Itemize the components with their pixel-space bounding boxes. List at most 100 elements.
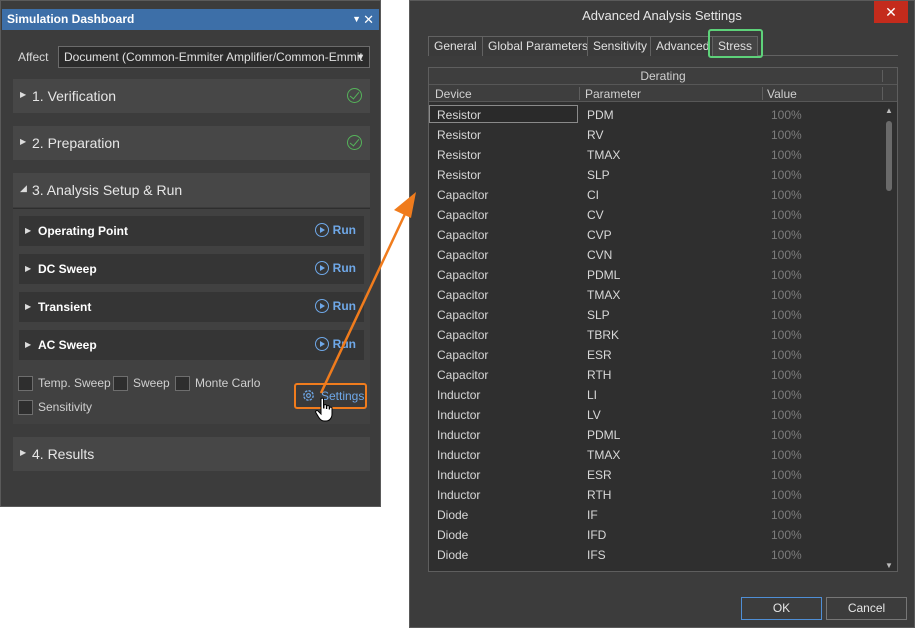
parameter-cell[interactable]: CI [587,188,599,202]
run-button[interactable]: Run [314,337,356,351]
parameter-cell[interactable]: TMAX [587,448,620,462]
column-divider[interactable] [882,87,883,100]
parameter-cell[interactable]: PDM [587,108,614,122]
run-button[interactable]: Run [314,261,356,275]
value-cell[interactable]: 100% [771,308,802,322]
section-results[interactable]: ▶ 4. Results [13,437,370,471]
device-cell[interactable]: Capacitor [437,248,488,262]
device-cell[interactable]: Resistor [437,108,481,122]
table-row[interactable]: Capacitor CVN 100% [429,244,882,264]
column-header-device[interactable]: Device [435,87,472,101]
scroll-thumb[interactable] [886,121,892,191]
table-row[interactable]: Capacitor CVP 100% [429,224,882,244]
parameter-cell[interactable]: SLP [587,308,610,322]
device-cell[interactable]: Capacitor [437,228,488,242]
tab-global-parameters[interactable]: Global Parameters [482,36,595,56]
column-divider[interactable] [579,87,580,100]
device-cell[interactable]: Inductor [437,468,480,482]
expand-arrow-icon[interactable]: ▶ [25,302,31,311]
scroll-down-icon[interactable]: ▼ [885,561,893,570]
table-row[interactable]: Inductor LV 100% [429,404,882,424]
table-row[interactable]: Capacitor CI 100% [429,184,882,204]
table-row[interactable]: Resistor TMAX 100% [429,144,882,164]
parameter-cell[interactable]: LV [587,408,601,422]
device-cell[interactable]: Diode [437,528,468,542]
pin-icon[interactable]: ▼ [352,9,361,30]
table-row[interactable]: Diode IFS 100% [429,544,882,564]
device-cell[interactable]: Inductor [437,428,480,442]
value-cell[interactable]: 100% [771,328,802,342]
device-cell[interactable]: Diode [437,508,468,522]
value-cell[interactable]: 100% [771,188,802,202]
device-cell[interactable]: Capacitor [437,348,488,362]
parameter-cell[interactable]: IFS [587,548,606,562]
table-row[interactable]: Inductor RTH 100% [429,484,882,504]
parameter-cell[interactable]: SLP [587,168,610,182]
parameter-cell[interactable]: IFD [587,528,606,542]
section-analysis-setup[interactable]: ◢ 3. Analysis Setup & Run [13,173,370,207]
column-divider[interactable] [762,87,763,100]
device-cell[interactable]: Inductor [437,488,480,502]
expand-arrow-icon[interactable]: ▶ [25,340,31,349]
table-row[interactable]: Capacitor PDML 100% [429,264,882,284]
device-cell[interactable]: Capacitor [437,268,488,282]
parameter-cell[interactable]: PDML [587,428,620,442]
checkbox-box[interactable] [18,376,33,391]
parameter-cell[interactable]: TMAX [587,288,620,302]
expand-arrow-icon[interactable]: ▶ [25,226,31,235]
parameter-cell[interactable]: CV [587,208,604,222]
analysis-row-dc-sweep[interactable]: ▶ DC Sweep Run [19,254,364,284]
column-header-value[interactable]: Value [767,87,797,101]
parameter-cell[interactable]: TMAX [587,148,620,162]
parameter-cell[interactable]: CVN [587,248,612,262]
device-cell[interactable]: Capacitor [437,308,488,322]
device-cell[interactable]: Inductor [437,408,480,422]
sweep-checkbox[interactable]: Sweep [113,376,170,391]
column-header-parameter[interactable]: Parameter [585,87,641,101]
dialog-close-button[interactable]: ✕ [874,1,908,23]
device-cell[interactable]: Inductor [437,448,480,462]
cancel-button[interactable]: Cancel [826,597,907,620]
parameter-cell[interactable]: TBRK [587,328,619,342]
value-cell[interactable]: 100% [771,268,802,282]
parameter-cell[interactable]: RV [587,128,603,142]
scroll-up-icon[interactable]: ▲ [885,106,893,115]
expand-arrow-icon[interactable]: ▶ [20,90,26,99]
run-button[interactable]: Run [314,299,356,313]
value-cell[interactable]: 100% [771,548,802,562]
value-cell[interactable]: 100% [771,408,802,422]
parameter-cell[interactable]: IF [587,508,598,522]
parameter-cell[interactable]: RTH [587,368,611,382]
parameter-cell[interactable]: CVP [587,228,612,242]
value-cell[interactable]: 100% [771,528,802,542]
table-row[interactable]: Capacitor CV 100% [429,204,882,224]
temp-sweep-checkbox[interactable]: Temp. Sweep [18,376,111,391]
chevron-down-icon[interactable]: ▼ [356,47,365,67]
value-cell[interactable]: 100% [771,288,802,302]
value-cell[interactable]: 100% [771,448,802,462]
device-cell[interactable]: Capacitor [437,328,488,342]
device-cell[interactable]: Resistor [437,168,481,182]
section-preparation[interactable]: ▶ 2. Preparation [13,126,370,160]
analysis-row-ac-sweep[interactable]: ▶ AC Sweep Run [19,330,364,360]
value-cell[interactable]: 100% [771,468,802,482]
value-cell[interactable]: 100% [771,108,802,122]
device-cell[interactable]: Capacitor [437,208,488,222]
value-cell[interactable]: 100% [771,148,802,162]
value-cell[interactable]: 100% [771,428,802,442]
value-cell[interactable]: 100% [771,228,802,242]
analysis-row-transient[interactable]: ▶ Transient Run [19,292,364,322]
table-row[interactable]: Diode IFD 100% [429,524,882,544]
tab-advanced[interactable]: Advanced [650,36,716,56]
value-cell[interactable]: 100% [771,368,802,382]
parameter-cell[interactable]: RTH [587,488,611,502]
device-cell[interactable]: Resistor [437,128,481,142]
device-cell[interactable]: Capacitor [437,188,488,202]
value-cell[interactable]: 100% [771,488,802,502]
table-row[interactable]: Capacitor TMAX 100% [429,284,882,304]
parameter-cell[interactable]: ESR [587,348,612,362]
expand-arrow-icon[interactable]: ▶ [20,137,26,146]
panel-close-icon[interactable]: ✕ [363,9,374,30]
device-cell[interactable]: Diode [437,548,468,562]
value-cell[interactable]: 100% [771,508,802,522]
